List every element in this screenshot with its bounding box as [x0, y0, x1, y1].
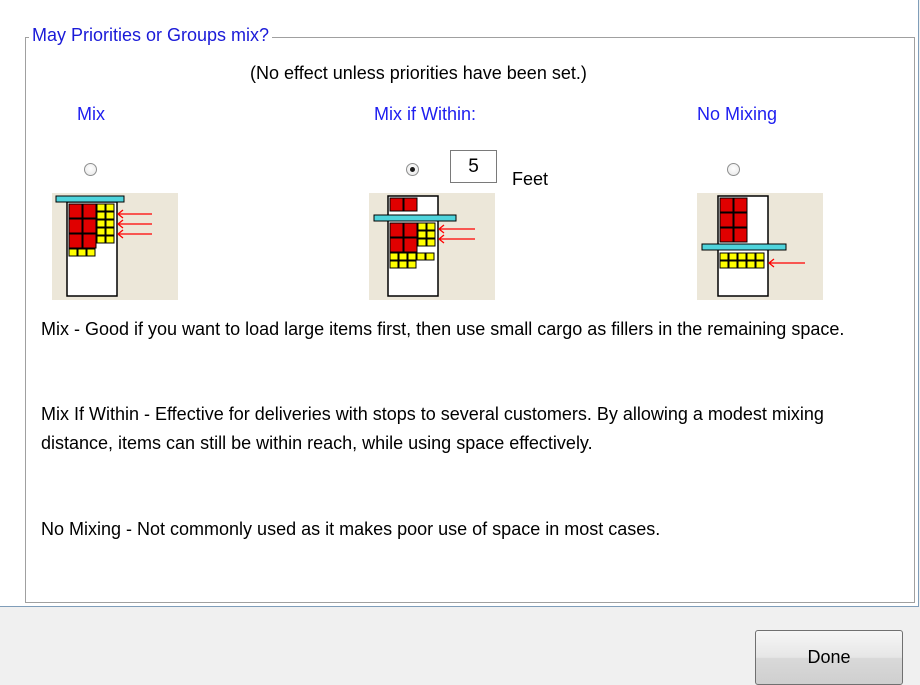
radio-mix-if-within[interactable]: [406, 163, 419, 176]
mix-illustration: [52, 193, 178, 300]
option-label-mix-if-within: Mix if Within:: [374, 104, 477, 124]
no-mixing-description: No Mixing - Not commonly used as it make…: [41, 519, 661, 539]
mix-if-within-illustration: [369, 193, 495, 300]
mix-description: Mix - Good if you want to load large ite…: [41, 319, 845, 339]
mix-distance-input[interactable]: 5: [450, 150, 497, 183]
radio-mix[interactable]: [84, 163, 97, 176]
group-title: May Priorities or Groups mix?: [29, 25, 273, 46]
distance-unit-label: Feet: [512, 169, 549, 189]
radio-no-mixing[interactable]: [727, 163, 740, 176]
mix-if-within-description: Mix If Within - Effective for deliveries…: [41, 404, 824, 453]
priority-note: (No effect unless priorities have been s…: [250, 63, 587, 83]
option-label-no-mixing: No Mixing: [697, 104, 778, 124]
option-label-mix: Mix: [77, 104, 105, 124]
radio-selected-dot: [410, 167, 415, 172]
no-mixing-illustration: [697, 193, 823, 300]
done-button[interactable]: Done: [755, 630, 903, 685]
